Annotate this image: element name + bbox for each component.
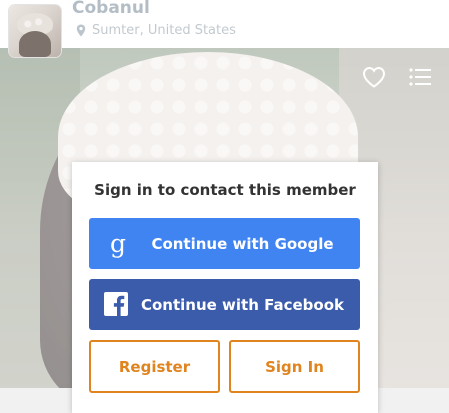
facebook-button-label: Continue with Facebook <box>140 295 344 314</box>
facebook-f-icon <box>104 292 128 316</box>
google-button-label: Continue with Google <box>151 234 334 253</box>
dialog-title: Sign in to contact this member <box>94 181 356 199</box>
member-name: Cobanul <box>72 0 150 18</box>
heart-outline-icon[interactable] <box>362 66 386 88</box>
avatar <box>9 5 61 57</box>
google-g-icon: g <box>109 229 126 258</box>
sign-in-button[interactable]: Sign In <box>229 340 360 393</box>
continue-with-facebook-button[interactable]: Continue with Facebook <box>89 279 360 330</box>
list-icon[interactable] <box>409 68 431 86</box>
location-text: Sumter, United States <box>92 22 236 38</box>
map-pin-icon <box>76 24 86 36</box>
member-location: Sumter, United States <box>76 22 236 38</box>
continue-with-google-button[interactable]: g Continue with Google <box>89 218 360 269</box>
sign-in-dialog: Sign in to contact this member g Continu… <box>72 162 378 413</box>
register-button[interactable]: Register <box>89 340 220 393</box>
